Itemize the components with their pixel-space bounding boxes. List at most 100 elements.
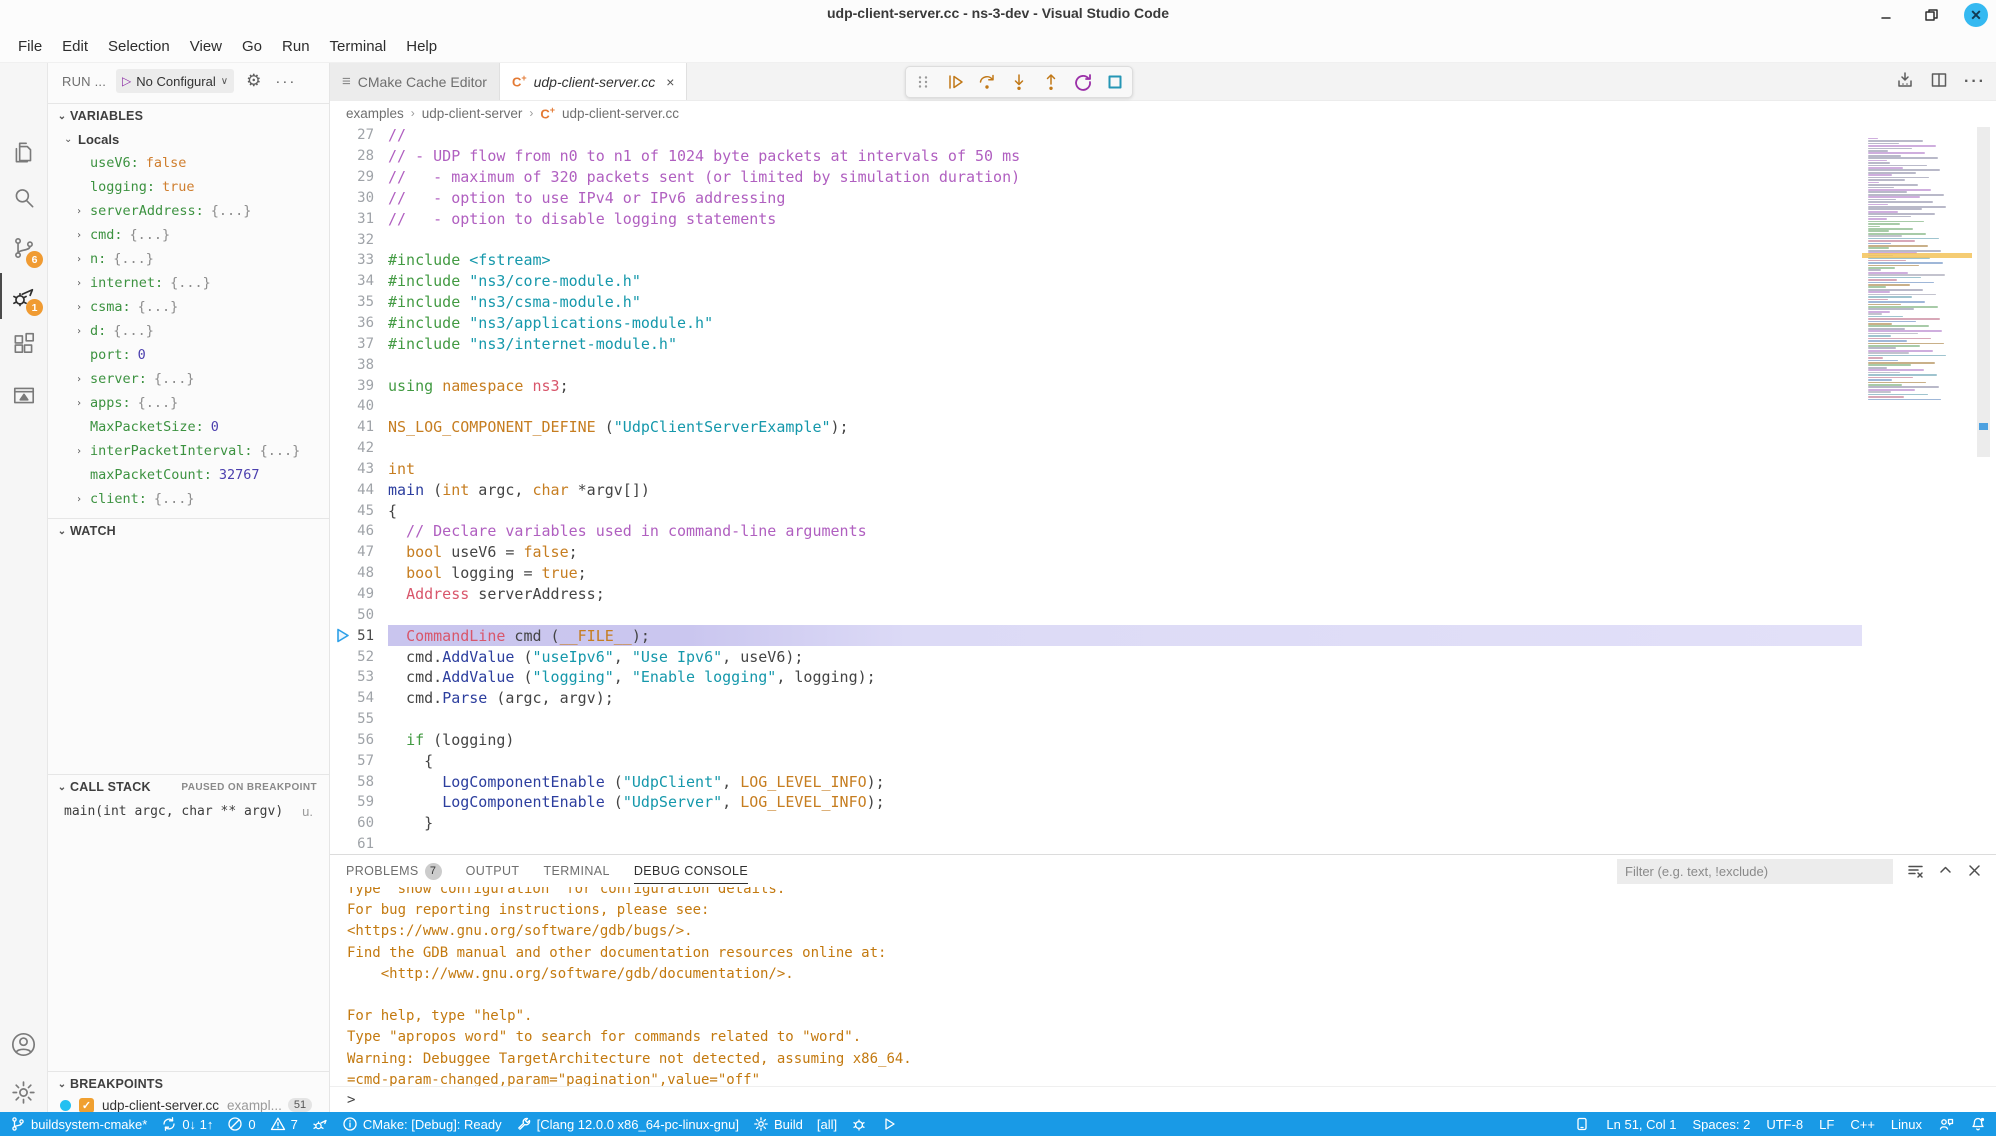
stack-frame-row[interactable]: main(int argc, char ** argv) u. xyxy=(48,800,329,822)
status-lf[interactable]: LF xyxy=(1819,1117,1834,1132)
source-control-icon[interactable]: 6 xyxy=(0,225,47,271)
menu-item-view[interactable]: View xyxy=(180,34,232,59)
status-info-icon[interactable]: CMake: [Debug]: Ready xyxy=(342,1116,502,1132)
menu-item-run[interactable]: Run xyxy=(272,34,320,59)
variable-row[interactable]: ›maxPacketCount:32767 xyxy=(48,463,329,487)
debug-more-actions-icon[interactable]: ··· xyxy=(275,73,296,90)
status-spaces-2[interactable]: Spaces: 2 xyxy=(1693,1117,1751,1132)
stop-icon[interactable] xyxy=(1104,71,1126,93)
scrollbar-thumb[interactable] xyxy=(1977,127,1990,457)
status-branch-icon[interactable]: buildsystem-cmake* xyxy=(10,1116,147,1132)
variable-row[interactable]: ›MaxPacketSize:0 xyxy=(48,415,329,439)
line-number[interactable]: 44 xyxy=(330,482,388,498)
settings-gear-icon[interactable] xyxy=(0,1069,47,1115)
split-editor-icon[interactable] xyxy=(1930,71,1948,94)
panel-tab-terminal[interactable]: TERMINAL xyxy=(543,855,609,887)
minimize-icon[interactable] xyxy=(1876,4,1898,26)
line-number[interactable]: 46 xyxy=(330,523,388,539)
more-actions-icon[interactable]: ··· xyxy=(1964,73,1986,91)
clear-filter-icon[interactable] xyxy=(1907,862,1924,882)
panel-tab-debug-console[interactable]: DEBUG CONSOLE xyxy=(634,855,748,887)
panel-tab-output[interactable]: OUTPUT xyxy=(466,855,520,887)
code-editor[interactable]: 27//28// - UDP flow from n0 to n1 of 102… xyxy=(330,125,1996,854)
status-utf-8[interactable]: UTF-8 xyxy=(1766,1117,1803,1132)
status-device-icon[interactable] xyxy=(1574,1116,1590,1132)
menu-item-edit[interactable]: Edit xyxy=(52,34,98,59)
line-number[interactable]: 57 xyxy=(330,753,388,769)
status-debug-status-icon[interactable] xyxy=(312,1116,328,1132)
variable-row[interactable]: ›server:{...} xyxy=(48,367,329,391)
line-number[interactable]: 27 xyxy=(330,127,388,143)
line-number[interactable]: 39 xyxy=(330,378,388,394)
line-number[interactable]: 49 xyxy=(330,586,388,602)
line-number[interactable]: 30 xyxy=(330,190,388,206)
maximize-panel-icon[interactable] xyxy=(1938,863,1953,881)
menu-item-help[interactable]: Help xyxy=(396,34,447,59)
extensions-icon[interactable] xyxy=(0,321,47,367)
breadcrumb-item[interactable]: udp-client-server xyxy=(422,106,523,121)
editor-tab-2[interactable]: C+udp-client-server.cc× xyxy=(500,63,687,100)
restore-icon[interactable] xyxy=(1920,4,1942,26)
launch-config-dropdown[interactable]: ▷ No Configural ∨ xyxy=(116,69,234,93)
close-icon[interactable]: ✕ xyxy=(1964,3,1988,27)
status-wrench-icon[interactable]: [Clang 12.0.0 x86_64-pc-linux-gnu] xyxy=(516,1116,739,1132)
line-number[interactable]: 55 xyxy=(330,711,388,727)
line-number[interactable]: 52 xyxy=(330,649,388,665)
status-sync-icon[interactable]: 0↓ 1↑ xyxy=(161,1116,213,1132)
run-debug-icon[interactable]: 1 xyxy=(0,273,47,319)
variable-row[interactable]: ›apps:{...} xyxy=(48,391,329,415)
call-stack-section-header[interactable]: ⌄ CALL STACK PAUSED ON BREAKPOINT xyxy=(48,774,329,799)
line-number[interactable]: 53 xyxy=(330,669,388,685)
step-out-icon[interactable] xyxy=(1040,71,1062,93)
status--all-[interactable]: [all] xyxy=(817,1117,837,1132)
line-number[interactable]: 32 xyxy=(330,232,388,248)
status-c-[interactable]: C++ xyxy=(1850,1117,1875,1132)
variable-row[interactable]: ›csma:{...} xyxy=(48,295,329,319)
line-number[interactable]: 45 xyxy=(330,503,388,519)
line-number[interactable]: 47 xyxy=(330,544,388,560)
menu-item-terminal[interactable]: Terminal xyxy=(320,34,397,59)
variable-row[interactable]: ›client:{...} xyxy=(48,487,329,511)
variable-row[interactable]: ›port:0 xyxy=(48,343,329,367)
variable-row[interactable]: ›logging:true xyxy=(48,175,329,199)
breakpoint-checkbox[interactable]: ✓ xyxy=(79,1098,94,1113)
line-number[interactable]: 58 xyxy=(330,774,388,790)
cmake-panel-icon[interactable] xyxy=(0,373,47,419)
locals-scope-row[interactable]: ⌄ Locals xyxy=(48,127,329,151)
step-over-icon[interactable] xyxy=(976,71,998,93)
line-number[interactable]: 31 xyxy=(330,211,388,227)
breakpoints-section-header[interactable]: ⌄ BREAKPOINTS xyxy=(48,1071,329,1096)
status-bell-icon[interactable] xyxy=(1970,1116,1986,1132)
editor-scrollbar[interactable] xyxy=(1972,125,1996,854)
line-number[interactable]: 34 xyxy=(330,273,388,289)
breadcrumb-item[interactable]: udp-client-server.cc xyxy=(562,106,679,121)
continue-icon[interactable] xyxy=(944,71,966,93)
console-prompt[interactable]: > xyxy=(330,1086,1996,1112)
line-number[interactable]: 35 xyxy=(330,294,388,310)
variable-row[interactable]: ›n:{...} xyxy=(48,247,329,271)
line-number[interactable]: 48 xyxy=(330,565,388,581)
line-number[interactable]: 43 xyxy=(330,461,388,477)
step-into-icon[interactable] xyxy=(1008,71,1030,93)
variable-row[interactable]: ›interPacketInterval:{...} xyxy=(48,439,329,463)
explorer-icon[interactable] xyxy=(0,130,47,176)
search-icon[interactable] xyxy=(0,175,47,221)
status-bug-icon[interactable] xyxy=(851,1116,867,1132)
debug-gear-icon[interactable]: ⚙ xyxy=(246,71,261,91)
watch-section-header[interactable]: ⌄ WATCH xyxy=(48,518,329,543)
status-ln-51-col-1[interactable]: Ln 51, Col 1 xyxy=(1606,1117,1676,1132)
line-number[interactable]: 59 xyxy=(330,794,388,810)
editor-tab-1[interactable]: ≡CMake Cache Editor xyxy=(330,63,500,100)
line-number[interactable]: 41 xyxy=(330,419,388,435)
variable-row[interactable]: ›d:{...} xyxy=(48,319,329,343)
minimap[interactable] xyxy=(1862,125,1972,854)
line-number[interactable]: 38 xyxy=(330,357,388,373)
menu-item-file[interactable]: File xyxy=(8,34,52,59)
start-debug-icon[interactable]: ▷ xyxy=(122,74,131,88)
line-number[interactable]: 50 xyxy=(330,607,388,623)
line-number[interactable]: 56 xyxy=(330,732,388,748)
panel-tab-problems[interactable]: PROBLEMS7 xyxy=(346,855,442,887)
variables-section-header[interactable]: ⌄ VARIABLES xyxy=(48,103,329,128)
variable-row[interactable]: ›useV6:false xyxy=(48,151,329,175)
restart-icon[interactable] xyxy=(1072,71,1094,93)
